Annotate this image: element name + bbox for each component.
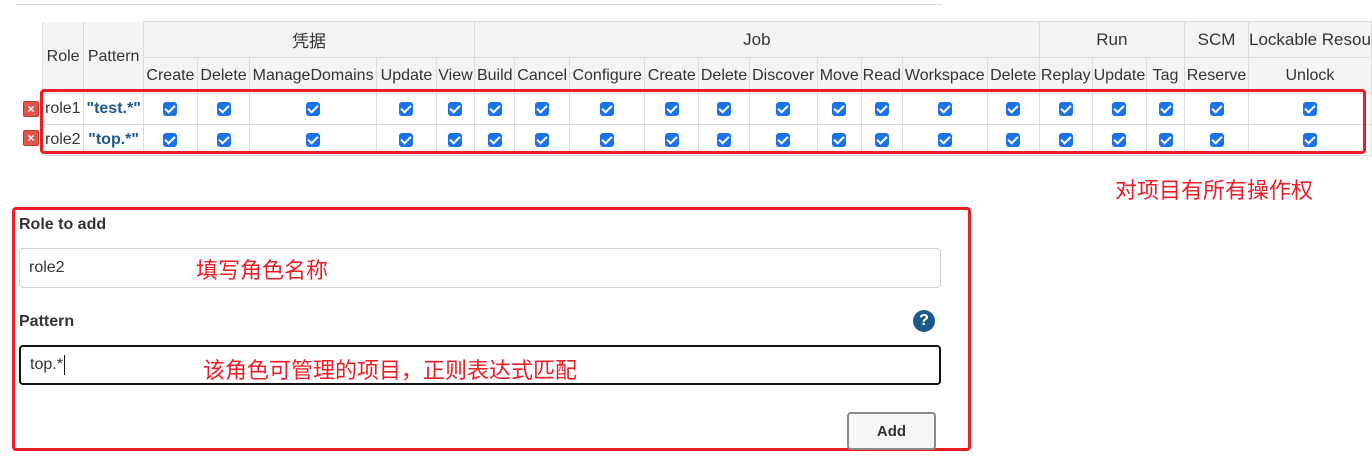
role-to-add-label: Role to add <box>19 216 107 233</box>
pattern-annotation: 该角色可管理的项目，正则表达式匹配 <box>203 358 578 383</box>
permission-group-header-row: Role Pattern 凭据 Job Run SCM Lockable Resou <box>41 21 1372 94</box>
pattern-label: Pattern <box>19 313 75 330</box>
role-name-value: role2 <box>29 259 65 276</box>
pattern-value: top.* <box>30 356 63 373</box>
delete-role2-icon[interactable]: × <box>23 130 39 146</box>
delete-role1-icon[interactable]: × <box>23 101 39 117</box>
permission-group-1: Job <box>474 21 1040 58</box>
add-role-button[interactable]: Add <box>847 412 936 450</box>
form-highlight-box <box>12 207 971 451</box>
help-icon[interactable]: ? <box>913 310 935 332</box>
role-column-header: Role <box>41 21 85 94</box>
top-divider <box>16 4 942 5</box>
table-highlight-box <box>40 89 1366 154</box>
table-annotation: 对项目有所有操作权 <box>1115 178 1314 203</box>
role-name-input[interactable]: role2 <box>19 248 941 288</box>
permission-group-3: SCM <box>1184 21 1249 58</box>
role-annotation: 填写角色名称 <box>196 258 329 283</box>
permission-group-0: 凭据 <box>143 21 476 58</box>
text-caret <box>63 354 65 375</box>
permission-group-4: Lockable Resou <box>1247 21 1372 58</box>
permission-group-2: Run <box>1038 21 1186 58</box>
pattern-column-header: Pattern <box>83 21 145 94</box>
